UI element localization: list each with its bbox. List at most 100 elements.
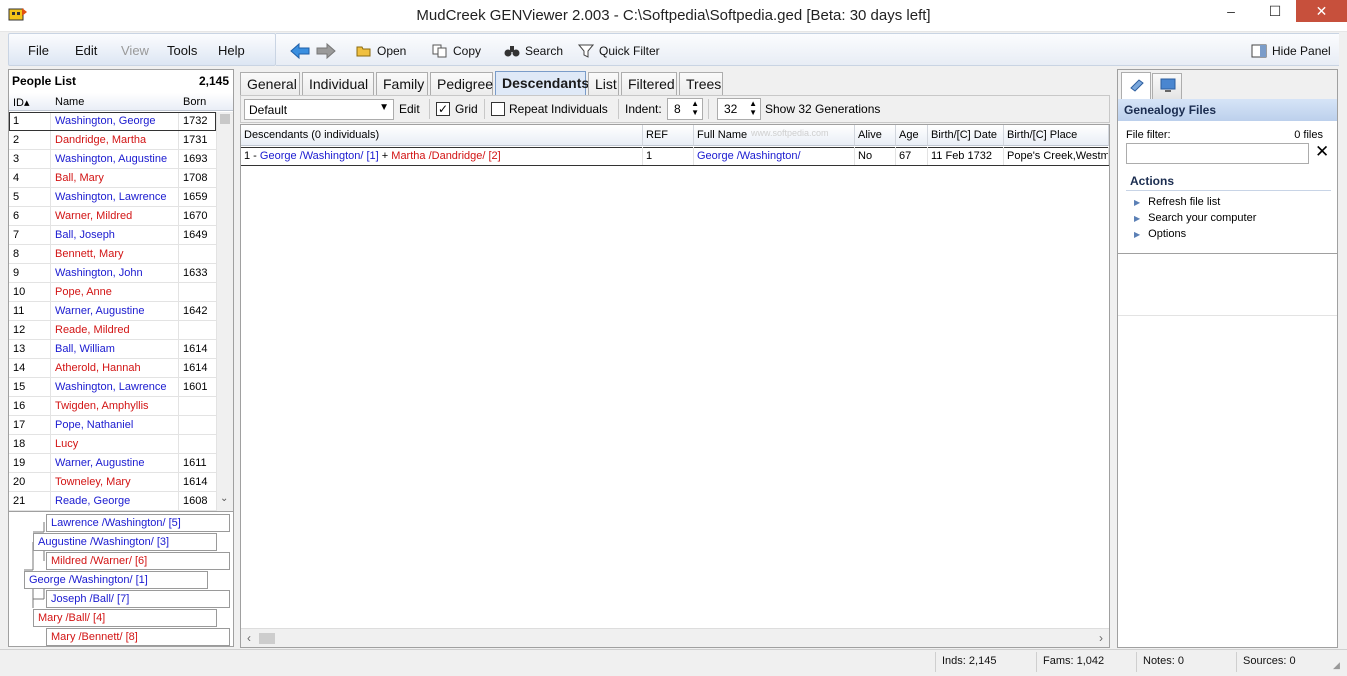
menu-edit[interactable]: Edit bbox=[75, 43, 97, 58]
cell-name[interactable]: Dandridge, Martha bbox=[55, 134, 183, 146]
cell-name[interactable]: Washington, Lawrence bbox=[55, 191, 183, 203]
table-row[interactable]: 14 Atherold, Hannah 1614 bbox=[9, 359, 216, 378]
pedigree-joseph[interactable]: Joseph /Ball/ [7] bbox=[46, 590, 230, 608]
tab-list[interactable]: List bbox=[588, 72, 619, 95]
cell-name[interactable]: Washington, Augustine bbox=[55, 153, 183, 165]
column-ref[interactable]: REF bbox=[643, 125, 694, 146]
scroll-thumb[interactable] bbox=[259, 633, 275, 644]
column-born[interactable]: Born bbox=[183, 96, 206, 108]
hide-panel-button[interactable]: Hide Panel bbox=[1251, 44, 1331, 58]
desc-husband-link[interactable]: George /Washington/ [1] bbox=[260, 150, 379, 162]
file-filter-input[interactable] bbox=[1126, 143, 1309, 164]
scroll-down-icon[interactable]: ⌄ bbox=[220, 493, 228, 504]
table-row[interactable]: 16 Twigden, Amphyllis bbox=[9, 397, 216, 416]
search-button[interactable]: Search bbox=[504, 44, 563, 58]
menu-file[interactable]: File bbox=[28, 43, 49, 58]
action-options[interactable]: ▶ Options bbox=[1134, 228, 1186, 241]
grid-checkbox[interactable]: ✓ bbox=[436, 102, 450, 116]
cell-name[interactable]: Ball, Joseph bbox=[55, 229, 183, 241]
desc-cell-family[interactable]: 1 - George /Washington/ [1] + Martha /Da… bbox=[241, 147, 643, 165]
pedigree-george[interactable]: George /Washington/ [1] bbox=[24, 571, 208, 589]
menu-help[interactable]: Help bbox=[218, 43, 245, 58]
tab-family[interactable]: Family bbox=[376, 72, 428, 95]
cell-name[interactable]: Atherold, Hannah bbox=[55, 362, 183, 374]
close-button[interactable]: ✕ bbox=[1296, 0, 1347, 22]
table-row[interactable]: 21 Reade, George 1608 bbox=[9, 492, 216, 511]
cell-name[interactable]: Washington, Lawrence bbox=[55, 381, 183, 393]
column-id[interactable]: ID▴ bbox=[13, 96, 30, 109]
table-row[interactable]: 2 Dandridge, Martha 1731 bbox=[9, 131, 216, 150]
table-row[interactable]: 4 Ball, Mary 1708 bbox=[9, 169, 216, 188]
table-row[interactable]: 19 Warner, Augustine 1611 bbox=[9, 454, 216, 473]
tab-pedigree[interactable]: Pedigree bbox=[430, 72, 493, 95]
maximize-button[interactable]: ☐ bbox=[1252, 0, 1298, 22]
quick-filter-button[interactable]: Quick Filter bbox=[578, 44, 660, 58]
table-row[interactable]: 9 Washington, John 1633 bbox=[9, 264, 216, 283]
pedigree-lawrence[interactable]: Lawrence /Washington/ [5] bbox=[46, 514, 230, 532]
clear-filter-icon[interactable]: ✕ bbox=[1315, 142, 1329, 162]
edit-layout-button[interactable]: Edit bbox=[399, 102, 420, 116]
table-row[interactable]: 7 Ball, Joseph 1649 bbox=[9, 226, 216, 245]
generations-spinner[interactable]: 32 ▲ ▼ bbox=[717, 98, 761, 120]
action-refresh-file-list[interactable]: ▶ Refresh file list bbox=[1134, 196, 1220, 209]
menu-tools[interactable]: Tools bbox=[167, 43, 197, 58]
cell-name[interactable]: Ball, William bbox=[55, 343, 183, 355]
tab-trees[interactable]: Trees bbox=[679, 72, 723, 95]
forward-arrow-icon[interactable] bbox=[316, 42, 336, 60]
cell-name[interactable]: Reade, Mildred bbox=[55, 324, 183, 336]
pedigree-augustine[interactable]: Augustine /Washington/ [3] bbox=[33, 533, 217, 551]
pedigree-mary-bennett[interactable]: Mary /Bennett/ [8] bbox=[46, 628, 230, 646]
scroll-left-icon[interactable]: ‹ bbox=[247, 631, 251, 645]
layout-select[interactable]: Default ▼ bbox=[244, 99, 394, 120]
table-row[interactable]: 8 Bennett, Mary bbox=[9, 245, 216, 264]
pedigree-mary-ball[interactable]: Mary /Ball/ [4] bbox=[33, 609, 217, 627]
open-button[interactable]: Open bbox=[356, 44, 406, 58]
pedigree-mildred[interactable]: Mildred /Warner/ [6] bbox=[46, 552, 230, 570]
spinner-arrows-icon[interactable]: ▲ ▼ bbox=[691, 99, 699, 117]
tab-individual[interactable]: Individual bbox=[302, 72, 374, 95]
scroll-right-icon[interactable]: › bbox=[1099, 631, 1103, 645]
cell-name[interactable]: Bennett, Mary bbox=[55, 248, 183, 260]
column-birth-place[interactable]: Birth/[C] Place bbox=[1004, 125, 1109, 146]
tab-files[interactable] bbox=[1121, 72, 1151, 99]
people-scrollbar[interactable]: ⌄ bbox=[217, 112, 233, 511]
cell-name[interactable]: Pope, Nathaniel bbox=[55, 419, 183, 431]
table-row[interactable]: 11 Warner, Augustine 1642 bbox=[9, 302, 216, 321]
copy-button[interactable]: Copy bbox=[432, 44, 481, 58]
minimize-button[interactable]: – bbox=[1208, 0, 1254, 22]
table-row[interactable]: 6 Warner, Mildred 1670 bbox=[9, 207, 216, 226]
cell-name[interactable]: Pope, Anne bbox=[55, 286, 183, 298]
cell-name[interactable]: Ball, Mary bbox=[55, 172, 183, 184]
cell-name[interactable]: Washington, George bbox=[55, 115, 183, 127]
indent-spinner[interactable]: 8 ▲ ▼ bbox=[667, 98, 703, 120]
table-row[interactable]: 20 Towneley, Mary 1614 bbox=[9, 473, 216, 492]
desc-wife-link[interactable]: Martha /Dandridge/ [2] bbox=[391, 150, 500, 162]
cell-name[interactable]: Reade, George bbox=[55, 495, 183, 507]
resize-grip-icon[interactable]: ◢ bbox=[1333, 660, 1340, 671]
tab-descendants[interactable]: Descendants bbox=[495, 71, 589, 96]
column-birth-date[interactable]: Birth/[C] Date bbox=[928, 125, 1004, 146]
tab-general[interactable]: General bbox=[240, 72, 300, 95]
cell-name[interactable]: Warner, Mildred bbox=[55, 210, 183, 222]
cell-name[interactable]: Warner, Augustine bbox=[55, 457, 183, 469]
table-row[interactable]: 15 Washington, Lawrence 1601 bbox=[9, 378, 216, 397]
table-row[interactable]: 10 Pope, Anne bbox=[9, 283, 216, 302]
tab-filtered[interactable]: Filtered bbox=[621, 72, 677, 95]
table-row[interactable]: 13 Ball, William 1614 bbox=[9, 340, 216, 359]
column-age[interactable]: Age bbox=[896, 125, 928, 146]
repeat-individuals-checkbox[interactable] bbox=[491, 102, 505, 116]
table-row[interactable]: 18 Lucy bbox=[9, 435, 216, 454]
desc-cell-full-name[interactable]: George /Washington/ bbox=[694, 147, 855, 165]
table-row[interactable]: 3 Washington, Augustine 1693 bbox=[9, 150, 216, 169]
action-search-computer[interactable]: ▶ Search your computer bbox=[1134, 212, 1256, 225]
cell-name[interactable]: Warner, Augustine bbox=[55, 305, 183, 317]
column-alive[interactable]: Alive bbox=[855, 125, 896, 146]
scroll-thumb[interactable] bbox=[220, 114, 230, 124]
column-descendants[interactable]: Descendants (0 individuals) bbox=[241, 125, 643, 146]
horizontal-scrollbar[interactable]: ‹ › bbox=[241, 628, 1109, 647]
back-arrow-icon[interactable] bbox=[290, 42, 310, 60]
table-row[interactable]: 5 Washington, Lawrence 1659 bbox=[9, 188, 216, 207]
spinner-arrows-icon[interactable]: ▲ ▼ bbox=[749, 99, 757, 117]
cell-name[interactable]: Lucy bbox=[55, 438, 183, 450]
column-name[interactable]: Name bbox=[55, 96, 84, 108]
